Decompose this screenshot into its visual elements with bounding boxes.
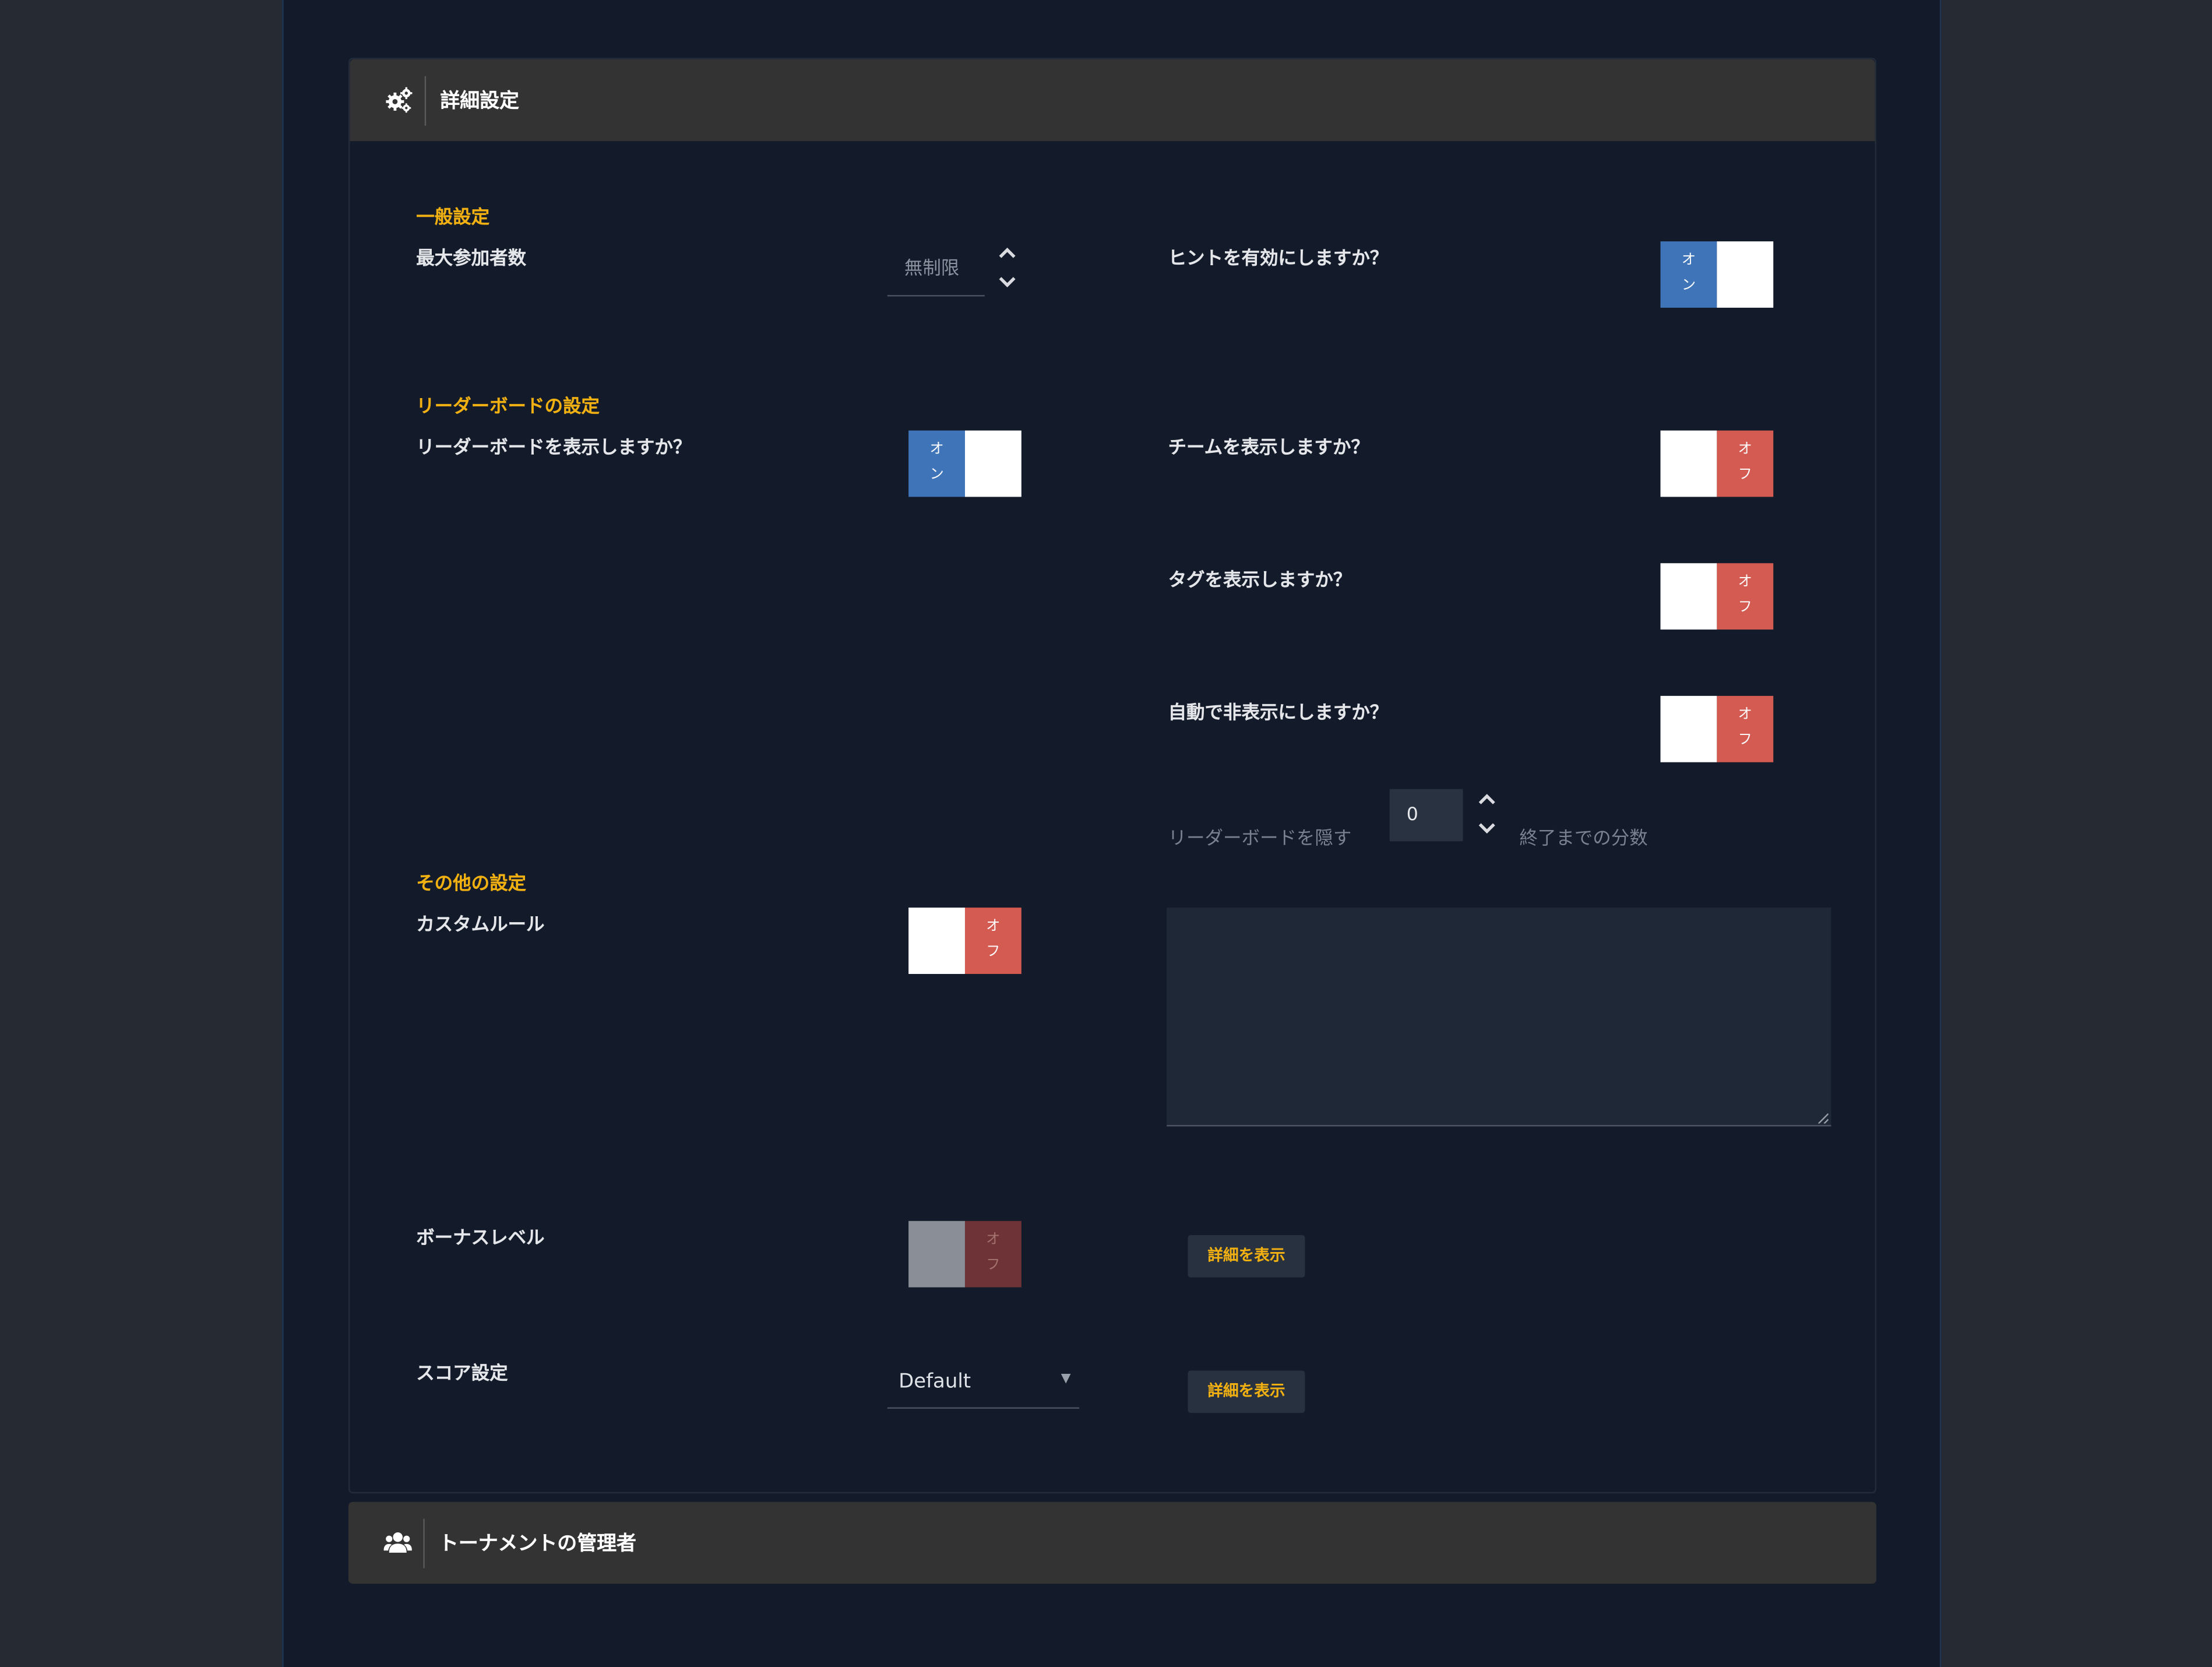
show-tags-toggle[interactable]: オフ bbox=[1660, 563, 1774, 630]
bonus-levels-details-button[interactable]: 詳細を表示 bbox=[1188, 1235, 1305, 1278]
bonus-levels-label: ボーナスレベル bbox=[416, 1228, 545, 1250]
enable-hints-toggle[interactable]: オン bbox=[1660, 241, 1774, 308]
advanced-settings-header[interactable]: 詳細設定 bbox=[350, 59, 1875, 142]
custom-rules-textarea[interactable] bbox=[1167, 908, 1831, 1127]
toggle-on-text: オン bbox=[1660, 241, 1717, 308]
scoring-selected-value: Default bbox=[899, 1370, 971, 1394]
toggle-knob bbox=[1660, 695, 1717, 762]
max-participants-stepper[interactable] bbox=[998, 243, 1017, 291]
auto-hide-label: 自動で非表示にしますか？ bbox=[1168, 703, 1389, 725]
enable-hints-label: ヒントを有効にしますか？ bbox=[1168, 248, 1389, 270]
hide-leaderboard-suffix: 終了までの分数 bbox=[1519, 828, 1648, 850]
auto-hide-toggle[interactable]: オフ bbox=[1660, 695, 1774, 762]
max-participants-label: 最大参加者数 bbox=[416, 248, 527, 270]
scoring-select[interactable]: Default ▼ bbox=[887, 1356, 1080, 1409]
show-leaderboard-label: リーダーボードを表示しますか？ bbox=[416, 437, 692, 459]
hide-minutes-stepper[interactable] bbox=[1477, 789, 1497, 837]
general-settings-heading: 一般設定 bbox=[416, 207, 490, 229]
custom-rules-label: カスタムルール bbox=[416, 915, 545, 936]
tournament-managers-panel[interactable]: トーナメントの管理者 bbox=[348, 1501, 1876, 1584]
panel-title: 詳細設定 bbox=[440, 90, 519, 113]
header-divider bbox=[424, 76, 427, 126]
toggle-knob bbox=[908, 908, 965, 974]
scoring-label: スコア設定 bbox=[416, 1363, 508, 1385]
toggle-off-text: オフ bbox=[1717, 563, 1774, 630]
toggle-knob bbox=[964, 430, 1022, 497]
header-divider bbox=[423, 1518, 425, 1568]
toggle-knob bbox=[1660, 563, 1717, 630]
page: 詳細設定 一般設定 最大参加者数 ヒントを有効にしますか？ オン リーダーボード… bbox=[0, 0, 2212, 1667]
bonus-levels-toggle[interactable]: オフ bbox=[908, 1221, 1022, 1288]
toggle-off-text: オフ bbox=[964, 1221, 1022, 1288]
caret-down-icon: ▼ bbox=[1061, 1371, 1071, 1387]
hide-leaderboard-prefix: リーダーボードを隠す bbox=[1168, 828, 1352, 850]
toggle-on-text: オン bbox=[908, 430, 965, 497]
toggle-off-text: オフ bbox=[1717, 695, 1774, 762]
toggle-off-text: オフ bbox=[1717, 430, 1774, 497]
show-tags-label: タグを表示しますか？ bbox=[1168, 570, 1352, 592]
show-leaderboard-toggle[interactable]: オン bbox=[908, 430, 1022, 497]
show-teams-label: チームを表示しますか？ bbox=[1168, 437, 1369, 459]
max-participants-input[interactable] bbox=[887, 242, 985, 297]
leaderboard-settings-heading: リーダーボードの設定 bbox=[416, 396, 600, 418]
scoring-details-button[interactable]: 詳細を表示 bbox=[1188, 1370, 1305, 1413]
resize-grip-icon[interactable] bbox=[1817, 1112, 1829, 1124]
gears-icon bbox=[386, 87, 413, 113]
toggle-knob bbox=[908, 1221, 965, 1288]
toggle-knob bbox=[1717, 241, 1774, 308]
toggle-off-text: オフ bbox=[964, 908, 1022, 974]
users-icon bbox=[383, 1532, 412, 1553]
custom-rules-toggle[interactable]: オフ bbox=[908, 908, 1022, 974]
panel-title: トーナメントの管理者 bbox=[438, 1532, 636, 1556]
other-settings-heading: その他の設定 bbox=[416, 874, 527, 895]
show-teams-toggle[interactable]: オフ bbox=[1660, 430, 1774, 497]
toggle-knob bbox=[1660, 430, 1717, 497]
hide-minutes-input[interactable] bbox=[1389, 789, 1463, 842]
advanced-settings-panel: 詳細設定 bbox=[348, 58, 1876, 1494]
